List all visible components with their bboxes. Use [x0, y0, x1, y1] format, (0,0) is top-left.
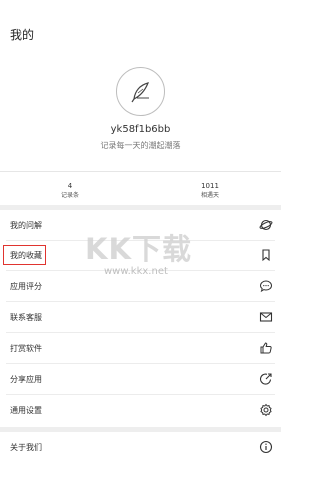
share-icon [260, 373, 272, 385]
menu-item-label: 打赏软件 [10, 344, 42, 353]
divider [6, 394, 275, 395]
menu-item-label: 联系客服 [10, 313, 42, 322]
section-band [0, 427, 281, 432]
divider [6, 332, 275, 333]
menu-item-tip-software[interactable]: 打赏软件 [0, 334, 281, 364]
page-title: 我的 [10, 28, 35, 42]
menu-item-label: 我的问解 [10, 221, 42, 230]
menu-item-about-us[interactable]: 关于我们 [0, 433, 281, 463]
menu-item-label: 分享应用 [10, 375, 42, 384]
info-icon [259, 440, 273, 454]
planet-icon [259, 219, 273, 231]
watermark-logo: KK下载 [85, 232, 192, 266]
menu-item-contact-support[interactable]: 联系客服 [0, 303, 281, 333]
divider [6, 363, 275, 364]
feather-icon [131, 81, 149, 102]
stat-label: 相遇天 [200, 192, 219, 199]
settings-icon [260, 403, 272, 417]
signature: 记录每一天的潮起潮落 [100, 141, 181, 150]
bookmark-icon [262, 249, 270, 262]
menu-item-settings[interactable]: 通用设置 [0, 396, 281, 426]
section-band [0, 205, 281, 210]
stat-value: 1011 [201, 182, 219, 190]
menu-item-label: 通用设置 [10, 406, 42, 415]
stat-label: 记录条 [60, 192, 79, 199]
watermark-url: www.kkx.net [104, 266, 168, 277]
highlight-box [3, 245, 46, 265]
mail-icon [259, 312, 273, 322]
stat-value: 4 [67, 182, 73, 190]
divider [0, 171, 281, 172]
menu-item-share-app[interactable]: 分享应用 [0, 365, 281, 395]
stat-records[interactable]: 4 记录条 [10, 182, 130, 200]
stat-days[interactable]: 1011 相遇天 [150, 182, 270, 200]
username: yk58f1b6bb [110, 124, 171, 135]
avatar[interactable] [116, 67, 165, 116]
menu-item-label: 关于我们 [10, 443, 42, 452]
thumbs-up-icon [260, 342, 272, 354]
menu-item-label: 应用评分 [10, 282, 42, 291]
divider [6, 301, 275, 302]
comment-icon [259, 280, 273, 293]
